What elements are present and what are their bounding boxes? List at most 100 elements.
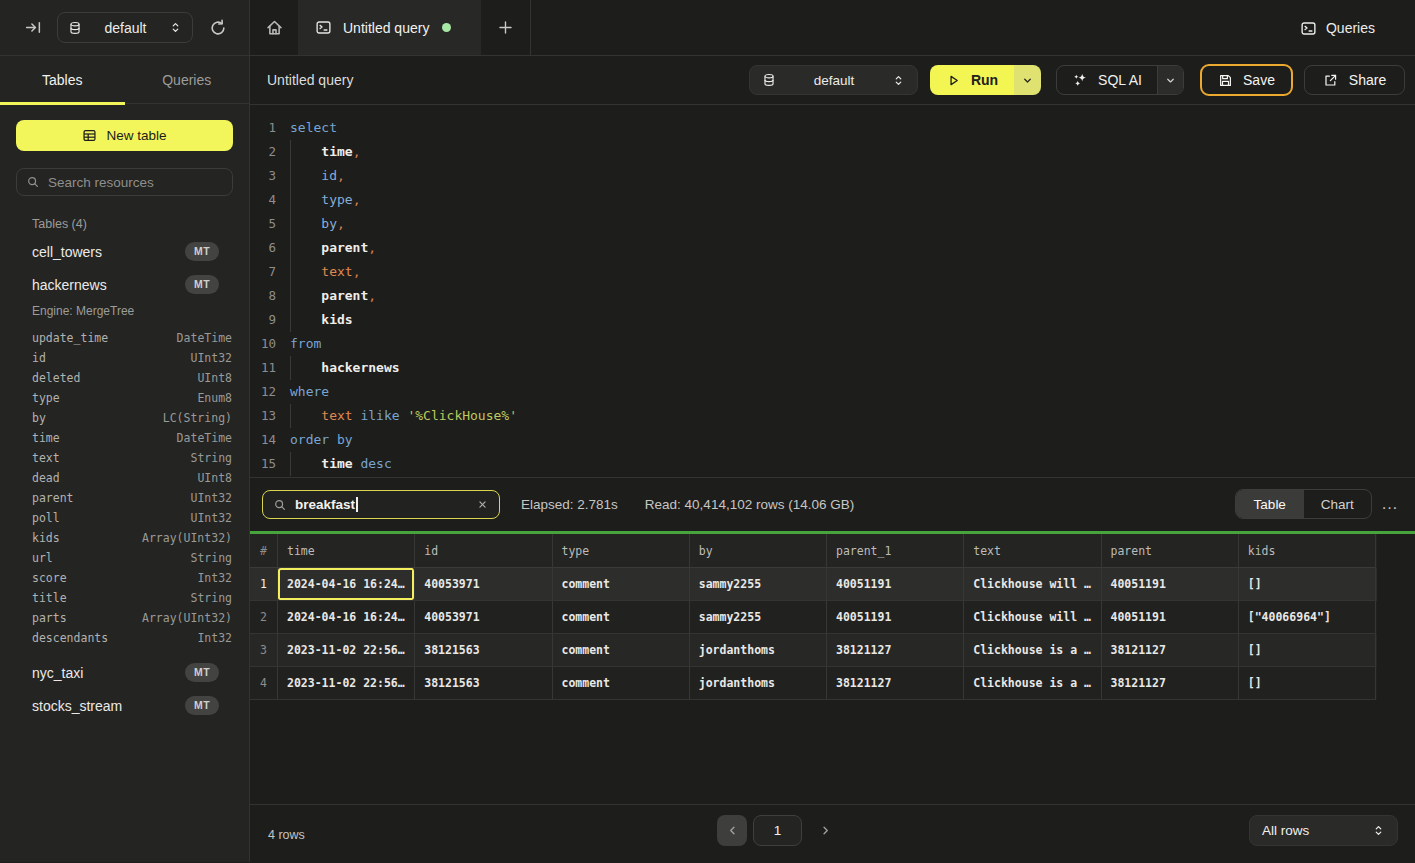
table-column-row[interactable]: scoreInt32 [0, 568, 249, 588]
sql-editor[interactable]: 1select2 time,3 id,4 type,5 by,6 parent,… [250, 105, 1415, 478]
cell-kids-row3[interactable]: [] [1239, 634, 1376, 667]
run-options-button[interactable] [1014, 65, 1041, 95]
results-search-input[interactable]: breakfast [295, 497, 476, 512]
table-column-row[interactable]: idUInt32 [0, 348, 249, 368]
cell-kids-row1[interactable]: [] [1239, 568, 1376, 601]
view-toggle-chart[interactable]: Chart [1304, 490, 1372, 518]
table-column-row[interactable]: deletedUInt8 [0, 368, 249, 388]
cell-text-row1[interactable]: Clickhouse will … [964, 568, 1101, 601]
table-column-row[interactable]: partsArray(UInt32) [0, 608, 249, 628]
sidebar-body: New table Tables (4) cell_towersMThacker… [0, 104, 249, 862]
cell-parent_1-row2[interactable]: 40051191 [827, 601, 964, 634]
new-tab-button[interactable] [481, 0, 530, 55]
code-content: select [276, 116, 337, 140]
run-button[interactable]: Run [930, 65, 1041, 95]
cell-kids-row4[interactable]: [] [1239, 667, 1376, 700]
cell-type-row3[interactable]: comment [553, 634, 690, 667]
cell-parent_1-row1[interactable]: 40051191 [827, 568, 964, 601]
cell-time-row3[interactable]: 2023-11-02 22:56… [278, 634, 415, 667]
home-button[interactable] [250, 0, 298, 55]
column-header-id[interactable]: id [415, 534, 552, 568]
previous-page-button[interactable] [717, 815, 747, 846]
table-list-item-nyc_taxi[interactable]: nyc_taxiMT [0, 656, 249, 689]
column-header-#[interactable]: # [250, 534, 278, 568]
column-header-type[interactable]: type [553, 534, 690, 568]
sidebar-tab-tables[interactable]: Tables [0, 56, 125, 103]
database-selector-editor[interactable]: default [749, 65, 918, 95]
line-number: 5 [250, 212, 276, 236]
cell-by-row1[interactable]: sammy2255 [690, 568, 827, 601]
cell-parent_1-row4[interactable]: 38121127 [827, 667, 964, 700]
sql-ai-button-main[interactable]: SQL AI [1057, 66, 1157, 94]
table-column-row[interactable]: timeDateTime [0, 428, 249, 448]
column-name: poll [32, 511, 190, 525]
sql-ai-button[interactable]: SQL AI [1056, 65, 1184, 95]
column-header-parent[interactable]: parent [1102, 534, 1239, 568]
clear-search-button[interactable] [476, 498, 489, 511]
table-list-item-hackernews[interactable]: hackernewsMT [0, 268, 249, 301]
sql-ai-options-button[interactable] [1157, 66, 1183, 94]
new-table-button[interactable]: New table [16, 120, 233, 151]
table-column-row[interactable]: deadUInt8 [0, 468, 249, 488]
cell-type-row4[interactable]: comment [553, 667, 690, 700]
column-header-by[interactable]: by [690, 534, 827, 568]
cell-text-row2[interactable]: Clickhouse will … [964, 601, 1101, 634]
sidebar-search[interactable] [16, 168, 233, 196]
run-button-main[interactable]: Run [930, 65, 1014, 95]
table-column-row[interactable]: update_timeDateTime [0, 328, 249, 348]
refresh-button[interactable] [206, 16, 230, 40]
table-column-row[interactable]: byLC(String) [0, 408, 249, 428]
cell-time-row1[interactable]: 2024-04-16 16:24… [278, 568, 415, 601]
cell-parent_1-row3[interactable]: 38121127 [827, 634, 964, 667]
cell-by-row3[interactable]: jordanthoms [690, 634, 827, 667]
column-header-text[interactable]: text [964, 534, 1101, 568]
table-column-row[interactable]: kidsArray(UInt32) [0, 528, 249, 548]
table-column-row[interactable]: typeEnum8 [0, 388, 249, 408]
cell-text-row3[interactable]: Clickhouse is a … [964, 634, 1101, 667]
cell-type-row1[interactable]: comment [553, 568, 690, 601]
cell-time-row2[interactable]: 2024-04-16 16:24… [278, 601, 415, 634]
column-header-time[interactable]: time [278, 534, 415, 568]
database-selector-top[interactable]: default [57, 12, 193, 43]
save-button[interactable]: Save [1200, 64, 1293, 96]
table-column-row[interactable]: urlString [0, 548, 249, 568]
next-page-button[interactable] [812, 815, 838, 846]
table-column-row[interactable]: parentUInt32 [0, 488, 249, 508]
cell-id-row2[interactable]: 40053971 [415, 601, 552, 634]
results-more-button[interactable]: … [1378, 489, 1402, 519]
cell-parent-row4[interactable]: 38121127 [1102, 667, 1239, 700]
tab-untitled-query[interactable]: Untitled query [298, 0, 481, 55]
cell-parent-row1[interactable]: 40051191 [1102, 568, 1239, 601]
page-number[interactable]: 1 [753, 815, 802, 846]
sidebar-search-input[interactable] [48, 175, 223, 190]
column-type: UInt8 [197, 371, 232, 385]
column-header-kids[interactable]: kids [1239, 534, 1376, 568]
cell-type-row2[interactable]: comment [553, 601, 690, 634]
sidebar-tab-queries[interactable]: Queries [125, 56, 250, 103]
column-type: String [190, 451, 232, 465]
view-toggle-table[interactable]: Table [1236, 490, 1304, 518]
cell-by-row4[interactable]: jordanthoms [690, 667, 827, 700]
cell-text-row4[interactable]: Clickhouse is a … [964, 667, 1101, 700]
table-column-row[interactable]: descendantsInt32 [0, 628, 249, 648]
results-search[interactable]: breakfast [262, 490, 500, 519]
cell-parent-row2[interactable]: 40051191 [1102, 601, 1239, 634]
cell-time-row4[interactable]: 2023-11-02 22:56… [278, 667, 415, 700]
cell-parent-row3[interactable]: 38121127 [1102, 634, 1239, 667]
table-column-row[interactable]: pollUInt32 [0, 508, 249, 528]
queries-link[interactable]: Queries [1300, 0, 1375, 56]
column-header-parent_1[interactable]: parent_1 [827, 534, 964, 568]
cell-id-row4[interactable]: 38121563 [415, 667, 552, 700]
table-column-row[interactable]: textString [0, 448, 249, 468]
collapse-sidebar-button[interactable] [22, 17, 44, 39]
cell-id-row3[interactable]: 38121563 [415, 634, 552, 667]
cell-kids-row2[interactable]: ["40066964"] [1239, 601, 1376, 634]
table-column-row[interactable]: titleString [0, 588, 249, 608]
cell-id-row1[interactable]: 40053971 [415, 568, 552, 601]
cell-by-row2[interactable]: sammy2255 [690, 601, 827, 634]
column-name: type [32, 391, 197, 405]
table-list-item-cell_towers[interactable]: cell_towersMT [0, 235, 249, 268]
page-size-selector[interactable]: All rows [1249, 815, 1398, 846]
share-button[interactable]: Share [1304, 65, 1405, 95]
table-list-item-stocks_stream[interactable]: stocks_streamMT [0, 689, 249, 722]
